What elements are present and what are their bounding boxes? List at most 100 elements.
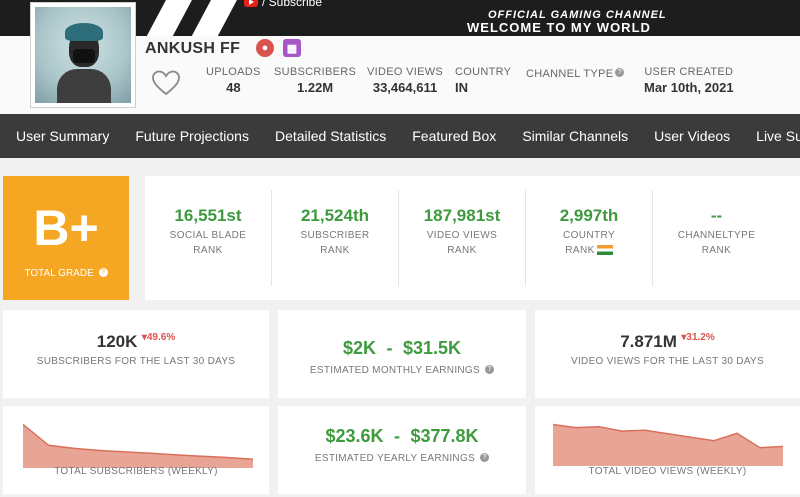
views30-label: VIDEO VIEWS FOR THE LAST 30 DAYS: [571, 356, 764, 367]
chart-area: [553, 424, 783, 466]
chart-point: [47, 444, 50, 447]
monthly-earnings-label: ESTIMATED MONTHLY EARNINGS ?: [278, 365, 526, 376]
chart-point: [124, 451, 127, 453]
subs30-value: 120K: [96, 332, 138, 351]
banner-stripe: [134, 0, 192, 36]
banner-subscribe: / Subscribe: [244, 0, 322, 9]
stat-value: 1.22M: [297, 80, 334, 95]
yearly-earnings-label: ESTIMATED YEARLY EARNINGS ?: [278, 453, 526, 464]
video-views-chart-label: TOTAL VIDEO VIEWS (WEEKLY): [588, 466, 747, 477]
chart-point: [667, 432, 669, 435]
info-icon[interactable]: ?: [485, 365, 495, 374]
main-nav: User Summary Future Projections Detailed…: [0, 114, 800, 158]
grade-letter: B+: [33, 200, 99, 256]
subs30-change: ▾49.6%: [141, 332, 176, 343]
stat-label: CHANNEL TYPE?: [526, 68, 625, 80]
total-subscribers-chart-card: TOTAL SUBSCRIBERS (WEEKLY): [3, 406, 269, 494]
rank-value: 2,997th: [559, 206, 619, 225]
chart-point: [201, 455, 203, 458]
video-views-weekly-chart: [553, 423, 783, 466]
channel-header: ANKUSH FF ● ▩ UPLOADS 48 SUBSCRIBERS 1.2…: [0, 2, 800, 114]
channel-avatar[interactable]: [30, 2, 136, 108]
grade-label: TOTAL GRADE ?: [3, 268, 129, 279]
stat-video-views: VIDEO VIEWS 33,464,611: [367, 66, 443, 95]
nav-live-subscriber[interactable]: Live Subscriber: [743, 114, 800, 158]
rank-panel: 16,551st SOCIAL BLADE RANK 21,524th SUBS…: [145, 176, 800, 300]
chart-point: [575, 426, 577, 429]
info-icon[interactable]: ?: [98, 268, 108, 277]
rank-label: COUNTRY: [562, 230, 616, 241]
chart-point: [73, 447, 75, 450]
chart-point: [598, 425, 600, 428]
rank-label: CHANNELTYPE: [677, 230, 756, 241]
rank-label: RANK: [193, 245, 223, 256]
nav-user-summary[interactable]: User Summary: [0, 114, 122, 158]
stat-label: USER CREATED: [644, 66, 734, 78]
views30-change: ▾31.2%: [681, 332, 715, 343]
chart-point: [736, 432, 738, 435]
avatar-image: [35, 7, 131, 103]
stat-label: SUBSCRIBERS: [274, 66, 357, 78]
nav-future-projections[interactable]: Future Projections: [122, 114, 262, 158]
yearly-earnings-value: $23.6K - $377.8K: [325, 426, 479, 446]
stat-value: Mar 10th, 2021: [644, 80, 734, 95]
partner-badge-icon: ●: [256, 39, 274, 57]
nav-similar-channels[interactable]: Similar Channels: [509, 114, 641, 158]
subscribers-chart-label: TOTAL SUBSCRIBERS (WEEKLY): [54, 466, 218, 477]
chart-point: [175, 454, 178, 456]
views30-value-row: 7.871M ▾31.2%: [535, 332, 800, 352]
subs30-label: SUBSCRIBERS FOR THE LAST 30 DAYS: [36, 356, 236, 367]
stat-subscribers: SUBSCRIBERS 1.22M: [274, 66, 356, 95]
total-video-views-chart-card: TOTAL VIDEO VIEWS (WEEKLY): [535, 406, 800, 494]
views30-value: 7.871M: [620, 332, 677, 351]
stat-value: 48: [226, 80, 241, 95]
chart-point: [226, 456, 229, 459]
stats-badge-icon: ▩: [283, 39, 301, 57]
nav-user-videos[interactable]: User Videos: [641, 114, 743, 158]
rank-value: 16,551st: [174, 206, 242, 225]
total-grade-box: B+ TOTAL GRADE ?: [3, 176, 129, 300]
rank-label: RANK: [320, 245, 350, 256]
rank-social-blade: 16,551st SOCIAL BLADE RANK: [145, 190, 272, 286]
rank-subscriber: 21,524th SUBSCRIBER RANK: [272, 190, 399, 286]
subs30-value-row: 120K ▾49.6%: [3, 332, 269, 352]
stat-uploads: UPLOADS 48: [206, 66, 261, 95]
banner-welcome-text: WELCOME TO MY WORLD: [467, 20, 651, 35]
chart-point: [98, 449, 101, 452]
subscribers-30-days-card: 120K ▾49.6% SUBSCRIBERS FOR THE LAST 30 …: [3, 310, 269, 398]
stat-value: IN: [455, 80, 468, 95]
subscribers-weekly-chart: [23, 423, 253, 468]
rank-label: SOCIAL BLADE: [169, 230, 247, 241]
yearly-earnings-card: $23.6K - $377.8K ESTIMATED YEARLY EARNIN…: [278, 406, 526, 494]
channel-name: ANKUSH FF: [145, 40, 241, 57]
rank-value: 187,981st: [423, 206, 501, 225]
stat-channel-type: CHANNEL TYPE?: [526, 68, 625, 82]
info-icon[interactable]: ?: [480, 453, 490, 462]
monthly-earnings-card: $2K - $31.5K ESTIMATED MONTHLY EARNINGS …: [278, 310, 526, 398]
stat-country: COUNTRY IN: [455, 66, 511, 95]
banner-subscribe-text: / Subscribe: [262, 0, 323, 9]
chart-point: [713, 439, 715, 442]
chart-point: [644, 429, 646, 432]
nav-featured-box[interactable]: Featured Box: [399, 114, 509, 158]
nav-detailed-statistics[interactable]: Detailed Statistics: [262, 114, 399, 158]
chart-point: [621, 430, 623, 432]
rank-label: VIDEO VIEWS: [426, 230, 498, 241]
rank-label: SUBSCRIBER: [300, 230, 370, 241]
stat-value: 33,464,611: [372, 80, 438, 95]
favorite-heart-icon[interactable]: [152, 70, 180, 96]
youtube-icon: [244, 0, 258, 7]
rank-value: --: [710, 206, 723, 225]
stat-label: UPLOADS: [206, 66, 261, 78]
chart-point: [149, 452, 152, 454]
rank-value: 21,524th: [300, 206, 370, 225]
info-icon[interactable]: ?: [615, 68, 625, 77]
monthly-earnings-value: $2K - $31.5K: [343, 338, 461, 358]
rank-label: RANK: [526, 245, 652, 256]
rank-label: RANK: [447, 245, 477, 256]
chart-point: [690, 436, 692, 438]
stat-label: COUNTRY: [455, 66, 512, 78]
rank-label: RANK: [701, 245, 732, 256]
video-views-30-days-card: 7.871M ▾31.2% VIDEO VIEWS FOR THE LAST 3…: [535, 310, 800, 398]
rank-video-views: 187,981st VIDEO VIEWS RANK: [399, 190, 526, 286]
